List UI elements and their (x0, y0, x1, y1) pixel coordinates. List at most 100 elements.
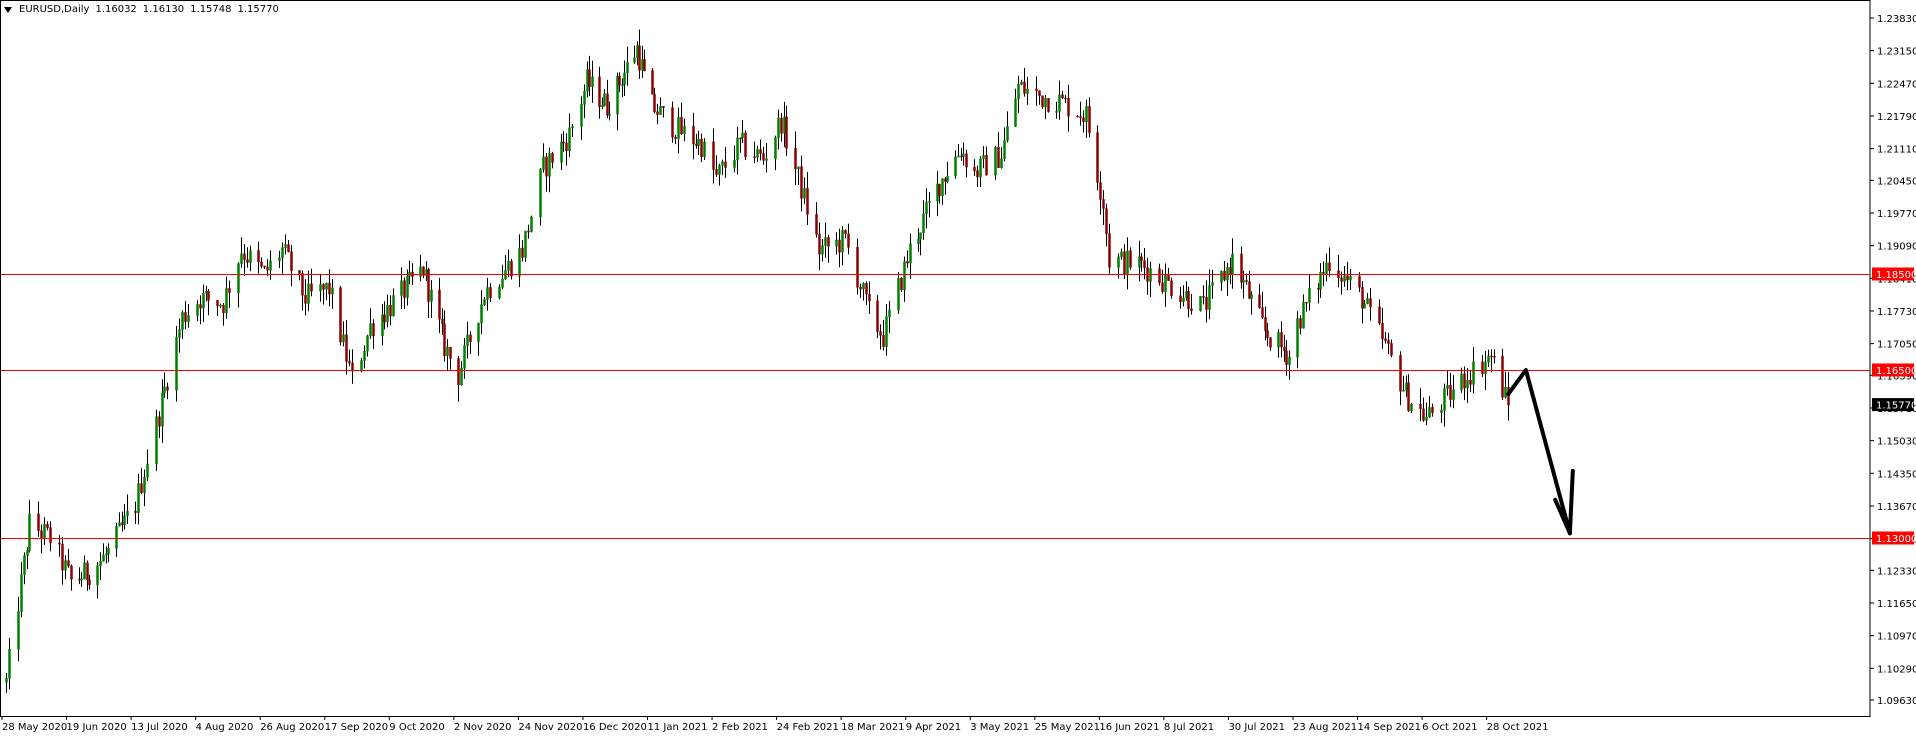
candle-body (1006, 126, 1009, 141)
candle-body (527, 230, 530, 233)
candle-body (917, 238, 920, 245)
time-tick-label: 16 Dec 2020 (583, 722, 647, 733)
candle-body (1108, 233, 1111, 268)
candle-body (598, 76, 601, 108)
candle-body (703, 141, 706, 158)
chart-header: EURUSD,Daily 1.16032 1.16130 1.15748 1.1… (4, 4, 279, 15)
candle-body (712, 141, 715, 170)
price-tick-label: 1.10290 (1877, 664, 1916, 675)
candle-body (936, 183, 939, 202)
candle-body (1017, 84, 1020, 100)
price-tick-label: 1.12330 (1877, 566, 1916, 577)
candle-body (489, 287, 492, 298)
time-tick-label: 9 Oct 2020 (389, 722, 444, 733)
candle-body (43, 523, 46, 539)
candle-body (671, 107, 674, 138)
candle-body (498, 287, 501, 298)
candle-body (1449, 385, 1452, 400)
candle-body (827, 237, 830, 247)
candle-body (641, 59, 644, 71)
candle-body (997, 146, 1000, 168)
candle-body (783, 116, 786, 134)
candle-body (1452, 389, 1455, 400)
candle-body (406, 275, 409, 298)
candle-body (606, 93, 609, 116)
candle-body (1358, 276, 1361, 288)
time-tick-label: 2 Feb 2021 (712, 722, 768, 733)
time-tick-label: 28 May 2020 (2, 722, 67, 733)
candle-body (1285, 350, 1288, 365)
candle-body (1460, 373, 1463, 391)
candle-body (1501, 355, 1504, 398)
candle-body (1387, 340, 1390, 344)
time-tick-label: 3 May 2021 (970, 722, 1029, 733)
price-tag-label: 1.16500 (1876, 366, 1916, 377)
price-chart[interactable]: 1.23830 1.23150 1.22470 1.21790 1.21110 1.204… (0, 0, 1916, 738)
candle-body (844, 230, 847, 235)
candle-body (175, 337, 178, 391)
candle-body (78, 578, 81, 581)
candle-body (1220, 270, 1223, 283)
candle-body (40, 530, 43, 539)
time-tick-label: 14 Sep 2021 (1358, 722, 1421, 733)
candle-body (243, 253, 246, 260)
candle-body (1422, 408, 1425, 421)
candle-body (1343, 275, 1346, 282)
candle-body (618, 75, 621, 86)
candle-body (1349, 276, 1352, 281)
candle-body (1266, 330, 1269, 338)
candle-body (542, 156, 545, 170)
candles (5, 29, 1510, 693)
candle-body (123, 515, 126, 526)
time-tick-label: 18 Mar 2021 (841, 722, 904, 733)
candle-body (486, 287, 489, 300)
candle-body (1223, 270, 1226, 281)
candle-body (1390, 343, 1393, 356)
candle-body (925, 202, 928, 214)
candle-body (137, 483, 140, 513)
candle-body (372, 323, 375, 337)
candle-body (683, 125, 686, 135)
candle-body (774, 137, 777, 159)
high-value: 1.16130 (142, 4, 185, 15)
candle-body (859, 287, 862, 290)
current-price-label: 1.15770 (1876, 401, 1916, 412)
candle-body (1463, 373, 1466, 389)
candle-body (1269, 337, 1272, 348)
candle-body (718, 165, 721, 175)
candle-body (510, 260, 513, 277)
candle-body (366, 335, 369, 352)
candle-body (651, 70, 654, 95)
candle-body (1096, 132, 1099, 183)
candle-body (1443, 388, 1446, 411)
candle-body (1242, 280, 1245, 283)
candle-body (800, 166, 803, 199)
candle-body (322, 284, 325, 290)
candle-body (1190, 308, 1193, 312)
candle-body (383, 314, 386, 323)
candle-body (441, 318, 444, 324)
candle-body (1126, 250, 1129, 275)
candle-body (1211, 282, 1214, 286)
candle-body (400, 280, 403, 296)
candle-body (548, 153, 551, 177)
candle-body (155, 416, 158, 465)
candle-body (1317, 288, 1320, 290)
candle-body (1085, 106, 1088, 123)
candle-body (1240, 253, 1243, 283)
candle-body (862, 282, 865, 290)
candle-body (659, 106, 662, 115)
candle-body (1322, 271, 1325, 274)
candle-body (105, 553, 108, 556)
candle-body (580, 104, 583, 127)
time-tick-label: 23 Aug 2021 (1293, 722, 1357, 733)
candle-body (741, 132, 744, 139)
time-axis: 28 May 2020 19 Jun 2020 13 Jul 2020 4 Aug 2… (1, 716, 1548, 733)
candle-body (1185, 291, 1188, 299)
open-value: 1.16032 (95, 4, 137, 15)
chart-window[interactable]: EURUSD,Daily 1.16032 1.16130 1.15748 1.1… (0, 0, 1916, 738)
candle-body (339, 287, 342, 343)
candle-body (146, 463, 149, 478)
dropdown-triangle-icon[interactable] (4, 6, 12, 13)
candle-body (20, 574, 23, 612)
